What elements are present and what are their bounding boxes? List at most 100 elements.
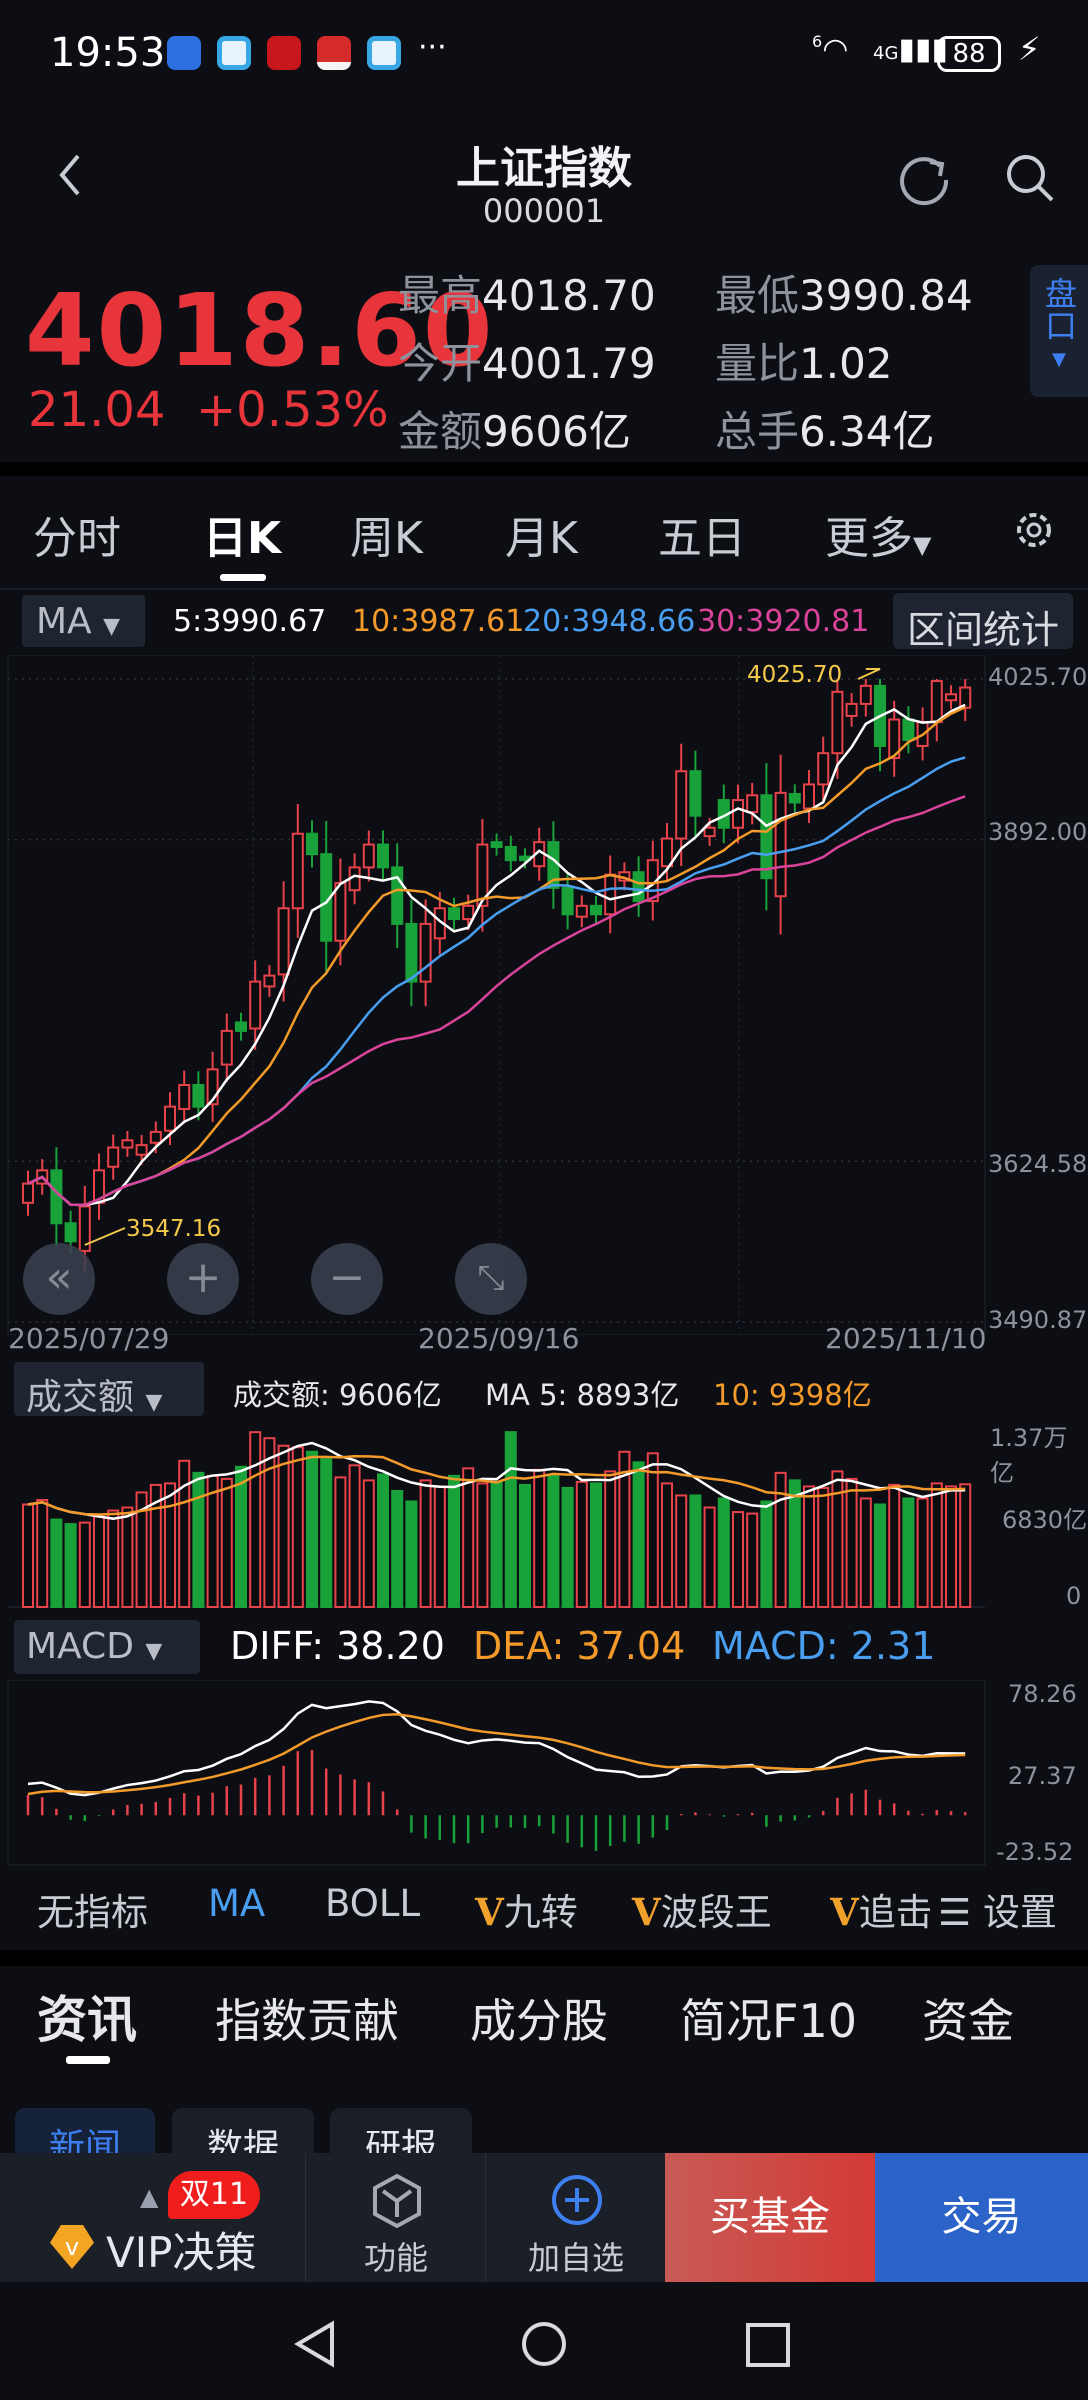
ma-selector[interactable]: MA ▼ [22,595,145,647]
volume-bar [689,1494,702,1608]
tab-more[interactable]: 更多▼ [825,502,931,566]
search-button[interactable] [1002,150,1058,206]
volume-bar [519,1483,531,1608]
tab-constituents[interactable]: 成分股 [470,1985,608,2051]
range-stats-button[interactable]: 区间统计 [893,593,1073,652]
tab-f10[interactable]: 简况F10 [680,1985,857,2051]
candle-up [675,770,688,840]
tab-daily-k[interactable]: 日K [203,502,281,566]
tab-weekly-k[interactable]: 周K [350,502,423,566]
volume-bar [760,1500,773,1608]
indicator-nine-turn[interactable]: V九转 [475,1882,578,1936]
change-value: 21.04 [28,382,166,438]
functions-button[interactable]: 功能 [305,2153,485,2282]
candle-up [817,752,830,786]
candle-down [64,1222,77,1243]
add-watchlist-button[interactable]: 加自选 [485,2153,665,2282]
trade-button[interactable]: 交易 [875,2153,1088,2282]
indicator-boll[interactable]: BOLL [325,1882,420,1925]
volume-bar [732,1511,744,1608]
volume-bar [547,1474,560,1609]
stat-amount: 金额9606亿 [398,407,631,456]
nav-back-icon[interactable] [292,2320,340,2368]
vip-v-icon: V [632,1890,661,1934]
study-app-notification-icon [267,36,301,70]
volume-bar [888,1483,901,1608]
nav-recents-icon[interactable] [745,2322,791,2368]
y-tick: 6830亿 [1002,1506,1088,1534]
candle-down [391,866,404,925]
caret-down-icon: ▼ [1052,349,1066,370]
volume-bar [845,1477,858,1608]
volume-chart [8,1431,985,1609]
macd-indicator-selector[interactable]: MACD ▼ [14,1620,200,1674]
y-tick: 3624.58 [988,1150,1088,1178]
candle-up [959,686,972,709]
change-percent: +0.53% [195,382,389,438]
tab-capital[interactable]: 资金 [922,1985,1014,2051]
y-tick: 3892.00 [988,818,1088,846]
chart-frame [7,1680,986,1866]
candle-up [291,832,304,910]
candle-down [448,907,460,921]
indicator-none[interactable]: 无指标 [37,1882,148,1936]
fullscreen-button[interactable]: ⤡ [455,1243,527,1315]
candle-up [803,783,815,810]
candle-up [107,1146,120,1168]
buy-fund-button[interactable]: 买基金 [665,2153,875,2282]
volume-bar [604,1470,617,1609]
indicator-settings-button[interactable]: ☰ 设置 [930,1882,1057,1936]
caret-down-icon: ▼ [103,614,121,639]
tab-monthly-k[interactable]: 月K [505,502,578,566]
tab-news[interactable]: 资讯 [37,1980,137,2052]
candle-down [590,904,602,916]
tab-intraday[interactable]: 分时 [33,502,121,566]
expand-icon: ⤡ [477,1258,505,1298]
nav-home-icon[interactable] [520,2320,568,2368]
vip-decision-button[interactable]: ▲ 双11 v VIP决策 [0,2153,305,2282]
indicator-ma[interactable]: MA [208,1882,265,1925]
scroll-left-button[interactable]: « [23,1243,95,1315]
volume-bar [717,1497,730,1608]
promo-badge: 双11 [168,2171,260,2219]
ma20-line [27,756,966,1207]
min-price-pointer [84,1227,126,1246]
volume-indicator-selector[interactable]: 成交额 ▼ [14,1362,204,1418]
volume-ma5: MA 5: 8893亿 [485,1378,680,1412]
vip-diamond-icon: v [50,2225,94,2269]
indicator-wave-king[interactable]: V波段王 [632,1882,772,1936]
candle-up [277,907,290,976]
volume-bar [377,1473,389,1608]
macd-dea: DEA: 37.04 [473,1624,686,1668]
candle-down [689,770,702,817]
y-tick: 78.26 [1008,1680,1077,1708]
volume-bar [249,1431,262,1608]
order-book-toggle[interactable]: 盘口 ▼ [1030,265,1088,397]
refresh-icon [900,157,949,206]
tab-five-day[interactable]: 五日 [658,502,746,566]
candle-up [774,791,787,898]
wifi-icon: 6◠ [812,32,849,67]
divider [0,462,1088,476]
volume-bar [533,1468,546,1608]
volume-bar [206,1474,219,1609]
volume-bar [646,1452,659,1608]
chart-settings-button[interactable] [1012,508,1056,552]
zoom-out-button[interactable]: − [311,1243,383,1315]
action-bar: ▲ 双11 v VIP决策 功能 加自选 买基金 交易 [0,2153,1088,2282]
refresh-button[interactable] [898,150,954,206]
candle-up [462,904,475,921]
volume-bar [433,1485,446,1608]
volume-bar [235,1465,247,1608]
candle-up [831,690,844,755]
indicator-chase[interactable]: V追击 [830,1882,930,1936]
double-chevron-left-icon: « [45,1252,73,1303]
candle-up [930,680,943,723]
price-change: 21.04 +0.53% [28,382,389,438]
tab-index-contribution[interactable]: 指数贡献 [215,1985,399,2051]
volume-bar [874,1503,886,1608]
volume-bar [803,1485,815,1608]
battery-icon: 88 [937,36,1001,72]
zoom-in-button[interactable]: + [167,1243,239,1315]
macd-value: MACD: 2.31 [712,1624,936,1668]
